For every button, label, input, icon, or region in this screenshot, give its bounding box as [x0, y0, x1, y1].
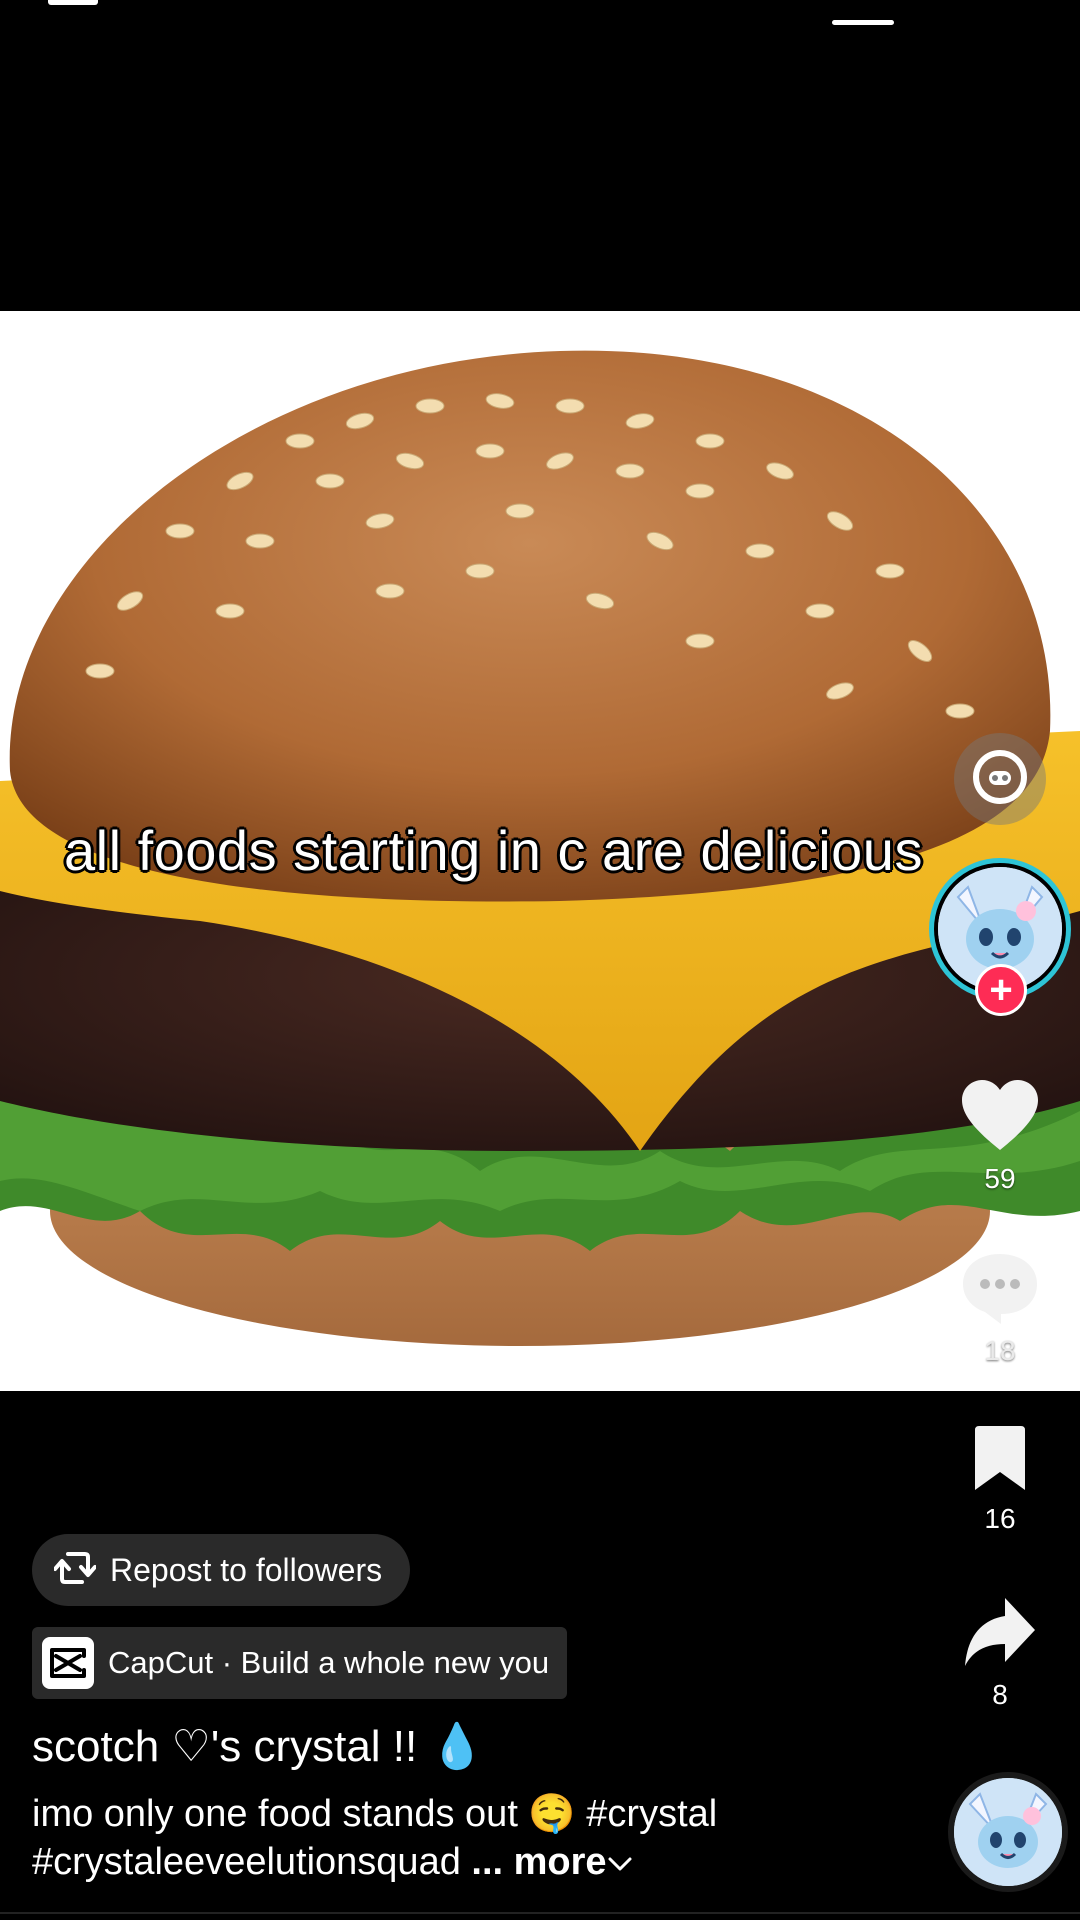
music-disc[interactable] — [948, 1772, 1068, 1892]
comment-icon — [961, 1252, 1039, 1329]
bookmark-icon — [971, 1426, 1029, 1497]
chevron-down-icon — [607, 1841, 633, 1883]
repost-button[interactable]: Repost to followers — [32, 1534, 411, 1606]
effect-button[interactable] — [954, 733, 1046, 825]
share-button[interactable]: 8 — [920, 1598, 1080, 1711]
capcut-link[interactable]: CapCut · Build a whole new you — [32, 1627, 568, 1699]
repost-icon — [53, 1549, 97, 1592]
share-count: 8 — [992, 1679, 1008, 1710]
post-description: imo only one food stands out 🤤 #crystal … — [32, 1790, 932, 1886]
tab-active-indicator — [832, 20, 894, 25]
creator-avatar[interactable]: + — [929, 858, 1071, 1016]
like-count: 59 — [984, 1163, 1016, 1194]
share-icon — [963, 1598, 1037, 1673]
creator-username[interactable]: scotch ♡'s crystal !! 💧 — [32, 1720, 484, 1772]
follow-button[interactable]: + — [975, 964, 1027, 1016]
save-count: 16 — [984, 1503, 1016, 1534]
status-area — [0, 0, 1080, 40]
capcut-label: CapCut · Build a whole new you — [108, 1645, 550, 1680]
video-overlay-text: all foods starting in c are delicious — [64, 819, 923, 882]
save-button[interactable]: 16 — [920, 1426, 1080, 1535]
filter-icon — [970, 747, 1030, 812]
repost-label: Repost to followers — [110, 1551, 383, 1588]
like-button[interactable]: 59 — [920, 1080, 1080, 1195]
more-label: ... more — [471, 1841, 607, 1883]
action-rail: + 59 18 16 8 — [920, 0, 1080, 1920]
heart-icon — [960, 1080, 1040, 1157]
more-button[interactable]: ... more — [471, 1841, 632, 1883]
capcut-icon — [42, 1637, 94, 1689]
top-left-indicator — [48, 0, 98, 5]
bottom-divider — [0, 1912, 1080, 1914]
comment-count: 18 — [984, 1335, 1016, 1366]
comment-button[interactable]: 18 — [920, 1252, 1080, 1367]
